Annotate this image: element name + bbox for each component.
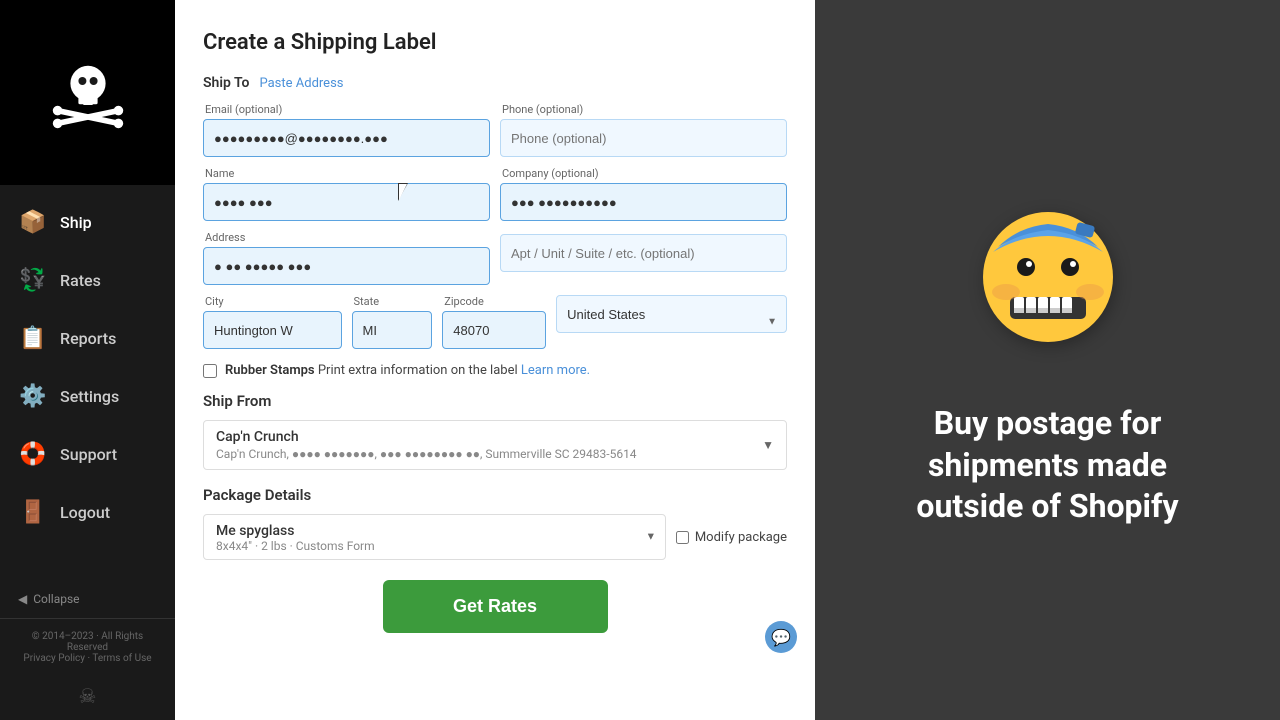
sidebar-item-logout[interactable]: 🚪 Logout bbox=[0, 483, 175, 541]
country-select[interactable]: United States Canada United Kingdom Aust… bbox=[556, 295, 787, 333]
promo-emoji bbox=[968, 192, 1128, 373]
collapse-label: Collapse bbox=[33, 592, 79, 606]
ship-from-chevron-icon: ▼ bbox=[762, 438, 774, 452]
zipcode-field-wrapper: Zipcode bbox=[442, 295, 546, 349]
sidebar-item-support-label: Support bbox=[60, 445, 117, 464]
sidebar-item-settings[interactable]: ⚙️ Settings bbox=[0, 367, 175, 425]
ship-from-address: Cap'n Crunch, ●●●● ●●●●●●●, ●●● ●●●●●●●●… bbox=[216, 447, 754, 461]
phone-field-wrapper: Phone (optional) bbox=[500, 103, 787, 157]
modify-package-checkbox[interactable] bbox=[676, 531, 689, 544]
sidebar-item-reports-label: Reports bbox=[60, 329, 116, 348]
package-select[interactable]: Me spyglass 8x4x4" · 2 lbs · Customs For… bbox=[203, 514, 666, 560]
ship-from-section-title: Ship From bbox=[203, 392, 787, 410]
company-input[interactable] bbox=[500, 183, 787, 221]
rates-icon: 💱 bbox=[18, 265, 48, 295]
modify-package-row: Modify package bbox=[676, 530, 787, 545]
rubber-stamps-label: Rubber Stamps Print extra information on… bbox=[225, 363, 590, 378]
rubber-stamps-description-text: Print extra information on the label bbox=[318, 363, 518, 378]
city-input[interactable] bbox=[203, 311, 342, 349]
ship-from-select[interactable]: Cap'n Crunch Cap'n Crunch, ●●●● ●●●●●●●,… bbox=[203, 420, 787, 470]
address2-field-wrapper bbox=[500, 231, 787, 285]
logout-icon: 🚪 bbox=[18, 497, 48, 527]
package-name: Me spyglass bbox=[216, 523, 635, 539]
sidebar-item-rates[interactable]: 💱 Rates bbox=[0, 251, 175, 309]
sidebar-footer: © 2014–2023 · All Rights Reserved Privac… bbox=[0, 618, 175, 676]
company-label: Company (optional) bbox=[500, 167, 787, 180]
promo-text: Buy postage for shipments made outside o… bbox=[888, 403, 1208, 528]
state-field-wrapper: State bbox=[352, 295, 433, 349]
ship-from-name: Cap'n Crunch bbox=[216, 429, 754, 445]
address-row: Address bbox=[203, 231, 787, 285]
footer-copyright: © 2014–2023 · All Rights Reserved bbox=[18, 631, 157, 653]
phone-input[interactable] bbox=[500, 119, 787, 157]
name-company-row: Name Company (optional) bbox=[203, 167, 787, 221]
sidebar: 📦 Ship 💱 Rates 📋 Reports ⚙️ Settings 🛟 S… bbox=[0, 0, 175, 720]
zipcode-label: Zipcode bbox=[442, 295, 546, 308]
email-field-wrapper: Email (optional) bbox=[203, 103, 490, 157]
page-title: Create a Shipping Label bbox=[203, 30, 787, 55]
name-field-wrapper: Name bbox=[203, 167, 490, 221]
rubber-stamps-row: Rubber Stamps Print extra information on… bbox=[203, 363, 787, 378]
collapse-button[interactable]: ◀ Collapse bbox=[0, 584, 175, 614]
support-icon: 🛟 bbox=[18, 439, 48, 469]
package-select-wrapper: Me spyglass 8x4x4" · 2 lbs · Customs For… bbox=[203, 514, 666, 560]
collapse-arrow-icon: ◀ bbox=[18, 592, 27, 606]
email-phone-row: Email (optional) Phone (optional) bbox=[203, 103, 787, 157]
form-panel: Create a Shipping Label Ship To Paste Ad… bbox=[175, 0, 815, 720]
company-field-wrapper: Company (optional) bbox=[500, 167, 787, 221]
phone-label: Phone (optional) bbox=[500, 103, 787, 116]
modify-package-label: Modify package bbox=[695, 530, 787, 545]
sidebar-item-logout-label: Logout bbox=[60, 503, 110, 522]
state-label: State bbox=[352, 295, 433, 308]
name-label: Name bbox=[203, 167, 490, 180]
chat-support-button[interactable]: 💬 bbox=[765, 621, 797, 653]
footer-links: Privacy Policy · Terms of Use bbox=[18, 653, 157, 664]
chat-icon: 💬 bbox=[771, 628, 791, 647]
address-label: Address bbox=[203, 231, 490, 244]
ship-to-label: Ship To bbox=[203, 75, 249, 91]
sidebar-item-reports[interactable]: 📋 Reports bbox=[0, 309, 175, 367]
sidebar-navigation: 📦 Ship 💱 Rates 📋 Reports ⚙️ Settings 🛟 S… bbox=[0, 185, 175, 580]
address2-input[interactable] bbox=[500, 234, 787, 272]
address-field-wrapper: Address bbox=[203, 231, 490, 285]
city-field-wrapper: City bbox=[203, 295, 342, 349]
city-label: City bbox=[203, 295, 342, 308]
get-rates-button[interactable]: Get Rates bbox=[383, 580, 608, 633]
sidebar-item-support[interactable]: 🛟 Support bbox=[0, 425, 175, 483]
learn-more-link[interactable]: Learn more. bbox=[521, 363, 590, 378]
main-content: Create a Shipping Label Ship To Paste Ad… bbox=[175, 0, 1280, 720]
settings-icon: ⚙️ bbox=[18, 381, 48, 411]
package-details-info: 8x4x4" · 2 lbs · Customs Form bbox=[216, 539, 635, 553]
package-row: Me spyglass 8x4x4" · 2 lbs · Customs For… bbox=[203, 514, 787, 560]
package-details-section-title: Package Details bbox=[203, 486, 787, 504]
sidebar-item-settings-label: Settings bbox=[60, 387, 119, 406]
right-promo-panel: Buy postage for shipments made outside o… bbox=[815, 0, 1280, 720]
sidebar-item-rates-label: Rates bbox=[60, 271, 101, 290]
country-select-wrapper: United States Canada United Kingdom Aust… bbox=[556, 295, 787, 349]
paste-address-link[interactable]: Paste Address bbox=[259, 76, 343, 91]
zipcode-input[interactable] bbox=[442, 311, 546, 349]
state-input[interactable] bbox=[352, 311, 433, 349]
name-input[interactable] bbox=[203, 183, 490, 221]
ship-icon: 📦 bbox=[18, 207, 48, 237]
sidebar-logo bbox=[0, 0, 175, 185]
email-input[interactable] bbox=[203, 119, 490, 157]
rubber-stamps-checkbox[interactable] bbox=[203, 364, 217, 378]
sidebar-item-ship[interactable]: 📦 Ship bbox=[0, 193, 175, 251]
email-label: Email (optional) bbox=[203, 103, 490, 116]
ship-to-header: Ship To Paste Address bbox=[203, 75, 787, 91]
sidebar-bottom-skull-icon: ☠ bbox=[0, 676, 175, 716]
sidebar-item-ship-label: Ship bbox=[60, 213, 92, 232]
address-input[interactable] bbox=[203, 247, 490, 285]
rubber-stamps-bold-label: Rubber Stamps bbox=[225, 363, 315, 378]
city-state-zip-country-row: City State Zipcode United States Canada … bbox=[203, 295, 787, 349]
reports-icon: 📋 bbox=[18, 323, 48, 353]
